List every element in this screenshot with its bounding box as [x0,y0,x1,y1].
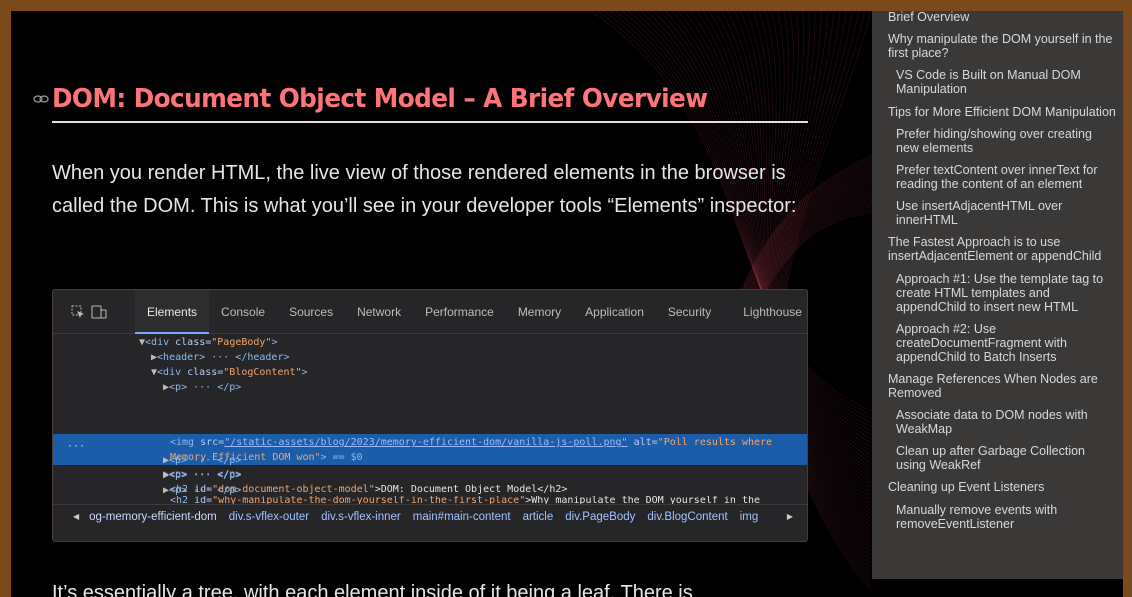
toc-link[interactable]: Approach #1: Use the template tag to cre… [888,272,1117,314]
page-frame: DOM: Document Object Model – A Brief Ove… [11,11,1123,597]
tab-application: Application [585,304,644,319]
tree-line-selected: <img src="/static-assets/blog/2023/memor… [170,437,773,448]
devtools-tab-bar: Elements Console Sources Network Perform… [53,290,807,334]
toc-link[interactable]: Why manipulate the DOM yourself in the f… [888,32,1117,60]
toc-link[interactable]: Prefer textContent over innerText for re… [888,163,1117,191]
link-icon[interactable] [32,90,50,108]
breadcrumb-item: div.s-vflex-inner [321,510,401,523]
intro-paragraph: When you render HTML, the live view of t… [52,162,797,217]
device-icon [91,303,107,321]
breadcrumb-item: img [739,510,759,523]
breadcrumb-item: div.s-vflex-outer [228,510,310,523]
toc-link[interactable]: Manually remove events with removeEventL… [888,503,1117,531]
toc-link[interactable]: Cleaning up Event Listeners [888,480,1117,494]
tree-line: ▶<p> ··· </p> [163,455,242,466]
toc-link[interactable]: Manage References When Nodes are Removed [888,372,1117,400]
tree-line: ▶<p> ··· </p> [163,470,242,481]
next-paragraph: It’s essentially a tree, with each eleme… [52,582,693,597]
toc-link[interactable]: Brief Overview [888,11,1117,24]
tab-lighthouse: Lighthouse [743,304,802,319]
toc-link[interactable]: VS Code is Built on Manual DOM Manipulat… [888,68,1117,96]
breadcrumb-item: div.PageBody [565,510,636,523]
toc-list: Brief Overview Why manipulate the DOM you… [888,11,1117,531]
scroll-right-icon: ▶ [786,512,793,521]
tab-memory: Memory [517,304,562,319]
tree-line: ▶<header> ··· </header> [151,352,290,363]
tree-line: ▶<p> ··· </p> [163,382,242,393]
devtools-screenshot: Elements Console Sources Network Perform… [52,289,808,542]
tab-network: Network [357,304,402,319]
breadcrumb-item: div.BlogContent [647,510,728,523]
toc-link[interactable]: Approach #2: Use createDocumentFragment … [888,322,1117,364]
tree-line-cut: <h2 id="why-manipulate-the-dom-yourself-… [170,496,761,504]
tree-line: ▼<div class="BlogContent"> [151,367,308,378]
heading-row: DOM: Document Object Model – A Brief Ove… [33,77,808,123]
page-title: DOM: Document Object Model – A Brief Ove… [52,84,708,114]
devtools-breadcrumb: ◀ og-memory-efficient-dom div.s-vflex-ou… [53,504,807,528]
breadcrumb-item: article [522,510,554,523]
scroll-left-icon: ◀ [73,512,80,521]
table-of-contents: Brief Overview Why manipulate the DOM you… [872,11,1123,579]
node-dots: ··· [67,441,86,452]
toc-link[interactable]: Prefer hiding/showing over creating new … [888,127,1117,155]
tab-performance: Performance [425,304,494,319]
article-content: DOM: Document Object Model – A Brief Ove… [33,11,808,597]
breadcrumb-item: og-memory-efficient-dom [89,510,217,523]
toc-link[interactable]: The Fastest Approach is to use insertAdj… [888,235,1117,263]
toc-link[interactable]: Use insertAdjacentHTML over innerHTML [888,199,1117,227]
tab-security: Security [667,304,712,319]
toc-link[interactable]: Clean up after Garbage Collection using … [888,444,1117,472]
tab-console: Console [221,304,266,319]
tab-sources: Sources [289,304,334,319]
toc-link[interactable]: Tips for More Efficient DOM Manipulation [888,105,1117,119]
breadcrumb-item: main#main-content [412,510,511,523]
toc-link[interactable]: Associate data to DOM nodes with WeakMap [888,408,1117,436]
tree-line: ▼<div class="PageBody"> [139,337,278,348]
tab-elements: Elements [135,290,210,334]
inspect-icon [71,303,85,321]
